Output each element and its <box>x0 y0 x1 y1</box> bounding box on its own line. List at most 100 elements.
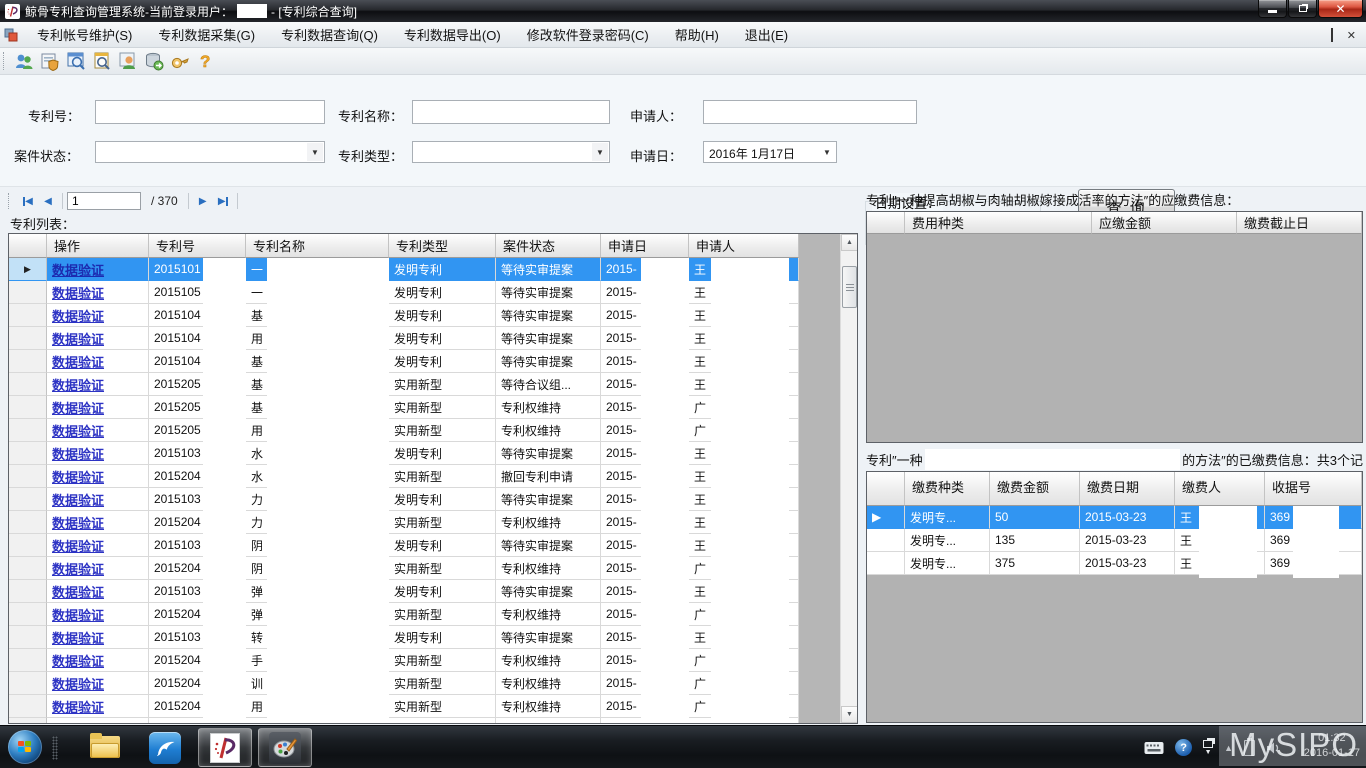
col-header-deadline[interactable]: 缴费截止日 <box>1237 212 1362 234</box>
col-header-name[interactable]: 专利名称 <box>246 234 389 258</box>
col-header-date[interactable]: 申请日 <box>601 234 689 258</box>
menu-item-exit[interactable]: 退出(E) <box>732 24 801 46</box>
data-verify-link[interactable]: 数据验证 <box>47 649 149 672</box>
row-selector[interactable] <box>867 552 905 575</box>
paint-taskbar-button[interactable] <box>258 728 312 767</box>
menu-item-query[interactable]: 专利数据查询(Q) <box>268 24 391 46</box>
data-verify-link[interactable]: 数据验证 <box>47 465 149 488</box>
row-selector[interactable]: ▶ <box>9 258 47 281</box>
help-icon[interactable]: ? <box>195 50 217 72</box>
minimize-button[interactable] <box>1258 0 1287 18</box>
data-verify-link[interactable]: 数据验证 <box>47 534 149 557</box>
mdi-restore-button[interactable] <box>1331 29 1333 41</box>
data-verify-link[interactable]: 数据验证 <box>47 373 149 396</box>
col-header-receipt[interactable]: 收据号 <box>1265 472 1362 506</box>
row-selector[interactable] <box>9 465 47 488</box>
case-status-select[interactable]: ▼ <box>95 141 325 163</box>
row-selector[interactable] <box>9 672 47 695</box>
data-verify-link[interactable]: 数据验证 <box>47 488 149 511</box>
row-selector[interactable] <box>9 350 47 373</box>
row-selector[interactable] <box>9 695 47 718</box>
col-header-applicant[interactable]: 申请人 <box>689 234 799 258</box>
start-button[interactable] <box>8 730 42 764</box>
scroll-down-icon[interactable]: ▼ <box>841 706 858 723</box>
patent-type-select[interactable]: ▼ <box>412 141 610 163</box>
col-header-op[interactable]: 操作 <box>47 234 149 258</box>
first-page-button[interactable]: ◀ <box>18 192 38 210</box>
data-verify-link[interactable]: 数据验证 <box>47 695 149 718</box>
user-icon[interactable] <box>117 50 139 72</box>
row-selector[interactable] <box>9 327 47 350</box>
users-icon[interactable] <box>13 50 35 72</box>
row-selector[interactable] <box>9 281 47 304</box>
prev-page-button[interactable]: ◀ <box>38 192 58 210</box>
vertical-scrollbar[interactable]: ▲ ▼ <box>840 234 857 723</box>
mdi-close-button[interactable]: ✕ <box>1347 29 1356 42</box>
menu-item-help[interactable]: 帮助(H) <box>662 24 732 46</box>
row-selector[interactable] <box>9 373 47 396</box>
data-verify-link[interactable]: 数据验证 <box>47 281 149 304</box>
menu-item-account[interactable]: 专利帐号维护(S) <box>24 24 145 46</box>
menu-item-collect[interactable]: 专利数据采集(G) <box>145 24 268 46</box>
last-page-button[interactable]: ▶ <box>213 192 233 210</box>
key-icon[interactable] <box>169 50 191 72</box>
patent-app-taskbar-button[interactable] <box>198 728 252 767</box>
data-verify-link[interactable]: 数据验证 <box>47 557 149 580</box>
database-export-icon[interactable] <box>143 50 165 72</box>
row-selector[interactable] <box>9 626 47 649</box>
row-selector[interactable] <box>9 534 47 557</box>
search-doc-icon[interactable] <box>91 50 113 72</box>
keyboard-icon[interactable] <box>1144 741 1164 755</box>
row-selector[interactable] <box>9 511 47 534</box>
data-verify-link[interactable]: 数据验证 <box>47 626 149 649</box>
data-verify-link[interactable]: 数据验证 <box>47 419 149 442</box>
row-selector[interactable] <box>9 442 47 465</box>
row-selector[interactable] <box>9 603 47 626</box>
col-header-payer[interactable]: 缴费人 <box>1175 472 1265 506</box>
data-verify-link[interactable]: 数据验证 <box>47 350 149 373</box>
restore-button[interactable] <box>1288 0 1317 18</box>
data-verify-link[interactable]: 数据验证 <box>47 304 149 327</box>
row-selector[interactable] <box>9 488 47 511</box>
menu-item-export[interactable]: 专利数据导出(O) <box>391 24 514 46</box>
row-selector[interactable] <box>9 557 47 580</box>
apply-date-picker[interactable]: 2016年 1月17日 ▼ <box>703 141 837 163</box>
table-row[interactable]: ▶发明专...502015-03-23王369 <box>867 506 1362 529</box>
row-selector[interactable] <box>9 580 47 603</box>
menu-item-password[interactable]: 修改软件登录密码(C) <box>514 24 662 46</box>
patent-no-input[interactable] <box>95 100 325 124</box>
table-row[interactable]: 发明专...1352015-03-23王369 <box>867 529 1362 552</box>
window-stack-icon[interactable]: ▼ <box>1203 740 1213 756</box>
data-verify-link[interactable]: 数据验证 <box>47 672 149 695</box>
data-verify-link[interactable]: 数据验证 <box>47 603 149 626</box>
row-selector[interactable] <box>9 396 47 419</box>
next-page-button[interactable]: ▶ <box>193 192 213 210</box>
col-header-pay-date[interactable]: 缴费日期 <box>1080 472 1175 506</box>
data-verify-link[interactable]: 数据验证 <box>47 442 149 465</box>
row-selector[interactable] <box>867 529 905 552</box>
scrollbar-thumb[interactable] <box>842 266 857 308</box>
col-header-no[interactable]: 专利号 <box>149 234 246 258</box>
patent-name-input[interactable] <box>412 100 610 124</box>
scroll-up-icon[interactable]: ▲ <box>841 234 858 251</box>
row-selector[interactable]: ▶ <box>867 506 905 529</box>
data-verify-link[interactable]: 数据验证 <box>47 511 149 534</box>
data-verify-link[interactable]: 数据验证 <box>47 580 149 603</box>
search-window-icon[interactable] <box>65 50 87 72</box>
row-selector[interactable] <box>9 649 47 672</box>
col-header-due-amount[interactable]: 应缴金额 <box>1092 212 1237 234</box>
col-header-pay-amount[interactable]: 缴费金额 <box>990 472 1080 506</box>
page-number-input[interactable] <box>67 192 141 210</box>
explorer-taskbar-button[interactable] <box>78 728 132 767</box>
col-header-status[interactable]: 案件状态 <box>496 234 601 258</box>
col-header-type[interactable]: 专利类型 <box>389 234 496 258</box>
close-button[interactable]: ✕ <box>1318 0 1363 18</box>
help-tray-icon[interactable]: ? <box>1175 739 1192 756</box>
data-verify-link[interactable]: 数据验证 <box>47 258 149 281</box>
col-header-pay-kind[interactable]: 缴费种类 <box>905 472 990 506</box>
row-selector[interactable] <box>9 419 47 442</box>
row-selector[interactable] <box>9 304 47 327</box>
bird-app-taskbar-button[interactable] <box>138 728 192 767</box>
data-verify-link[interactable]: 数据验证 <box>47 396 149 419</box>
applicant-input[interactable] <box>703 100 917 124</box>
